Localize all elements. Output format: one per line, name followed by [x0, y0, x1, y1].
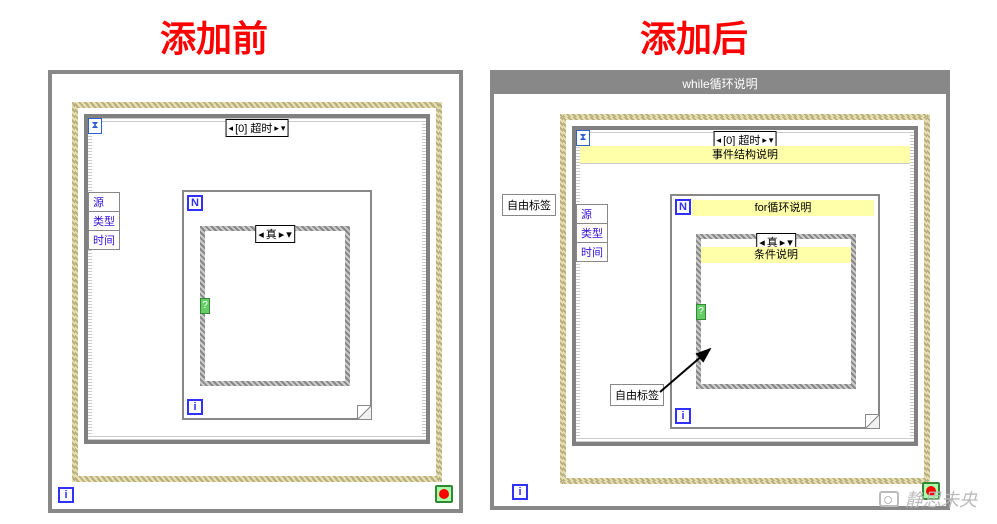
next-case-icon[interactable]: ▸	[279, 228, 285, 241]
case-structure-after[interactable]: ◂ 真 ▸ ▾ 条件说明 ?	[696, 234, 856, 389]
event-case-label: [0] 超时	[235, 120, 272, 136]
title-after: 添加后	[640, 10, 748, 62]
terminal-source[interactable]: 源	[576, 204, 608, 224]
terminal-type[interactable]: 类型	[88, 211, 120, 231]
prev-case-icon[interactable]: ◂	[258, 228, 264, 241]
event-data-terminals: 源 类型 时间	[88, 192, 120, 249]
timeout-terminal-icon[interactable]: ⧗	[576, 130, 590, 146]
arrow-annotation	[660, 344, 720, 394]
case-menu-icon[interactable]: ▾	[286, 228, 292, 241]
event-case-selector[interactable]: ◂ [0] 超时 ▸ ▾	[226, 119, 289, 137]
next-case-icon[interactable]: ▸	[274, 123, 279, 134]
panel-after: while循环说明 自由标签 ◂ [0] 超时 ▸ ▾ 事件结构说明 ⧗ 源	[490, 70, 950, 510]
free-label-outer[interactable]: 自由标签	[502, 194, 556, 216]
event-desc-label: 事件结构说明	[580, 146, 910, 164]
terminal-time[interactable]: 时间	[88, 230, 120, 250]
event-data-terminals: 源 类型 时间	[576, 204, 608, 261]
next-case-icon[interactable]: ▸	[762, 135, 767, 146]
title-before: 添加前	[160, 10, 268, 62]
page-fold-icon	[357, 405, 371, 419]
for-desc-label: for循环说明	[692, 200, 874, 216]
for-n-terminal[interactable]: N	[675, 199, 691, 215]
while-subdiagram-label: while循环说明	[494, 74, 946, 94]
for-i-terminal[interactable]: i	[187, 399, 203, 415]
case-menu-icon[interactable]: ▾	[281, 123, 286, 134]
for-loop-before[interactable]: N i ◂ 真 ▸ ▾ ?	[182, 190, 372, 420]
free-label-inner[interactable]: 自由标签	[610, 384, 664, 406]
while-loop-before[interactable]: ◂ [0] 超时 ▸ ▾ ⧗ 源 类型 时间 N i	[72, 102, 442, 482]
while-iteration-terminal[interactable]: i	[512, 484, 528, 500]
case-label: 真	[266, 226, 277, 242]
terminal-type[interactable]: 类型	[576, 223, 608, 243]
timeout-terminal-icon[interactable]: ⧗	[88, 118, 102, 134]
case-structure-before[interactable]: ◂ 真 ▸ ▾ ?	[200, 226, 350, 386]
while-loop-after[interactable]: ◂ [0] 超时 ▸ ▾ 事件结构说明 ⧗ 源 类型 时间	[560, 114, 930, 484]
watermark: 静思未央	[879, 486, 977, 512]
case-selector[interactable]: ◂ 真 ▸ ▾	[255, 225, 295, 243]
panel-before: ◂ [0] 超时 ▸ ▾ ⧗ 源 类型 时间 N i	[48, 70, 463, 513]
for-n-terminal[interactable]: N	[187, 195, 203, 211]
case-selector-terminal[interactable]: ?	[200, 298, 210, 314]
prev-case-icon[interactable]: ◂	[717, 135, 722, 146]
terminal-time[interactable]: 时间	[576, 242, 608, 262]
for-i-terminal[interactable]: i	[675, 408, 691, 424]
watermark-text: 静思未央	[905, 486, 977, 512]
page-fold-icon	[865, 414, 879, 428]
event-structure-before[interactable]: ◂ [0] 超时 ▸ ▾ ⧗ 源 类型 时间 N i	[84, 114, 430, 444]
event-structure-after[interactable]: ◂ [0] 超时 ▸ ▾ 事件结构说明 ⧗ 源 类型 时间	[572, 126, 918, 446]
case-menu-icon[interactable]: ▾	[769, 135, 774, 146]
case-selector-terminal[interactable]: ?	[696, 304, 706, 320]
wechat-icon	[879, 491, 899, 507]
terminal-source[interactable]: 源	[88, 192, 120, 212]
case-desc-label: 条件说明	[701, 247, 851, 263]
while-stop-terminal[interactable]	[435, 485, 453, 503]
while-iteration-terminal[interactable]: i	[58, 487, 74, 503]
prev-case-icon[interactable]: ◂	[229, 123, 234, 134]
